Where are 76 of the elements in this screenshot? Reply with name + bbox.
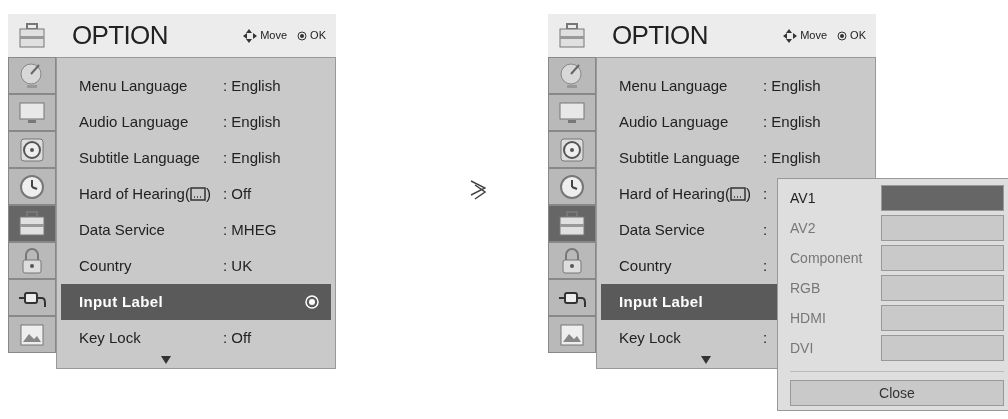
next-step-icon <box>470 180 486 200</box>
hint-label: OK <box>850 28 866 44</box>
item-value: : <box>763 183 768 204</box>
toolbox-icon <box>17 208 47 239</box>
scroll-down-icon <box>161 356 171 364</box>
item-label: Hard of Hearing( ) <box>619 183 752 204</box>
item-label: Hard of Hearing( ) <box>79 183 212 204</box>
item-value: : MHEG <box>223 219 277 240</box>
close-button[interactable]: Close <box>790 380 1004 406</box>
toolbox-icon <box>557 208 587 239</box>
option-label: AV1 <box>790 188 817 208</box>
menu-title: OPTION <box>72 19 168 52</box>
item-label: Country <box>79 255 133 276</box>
label-field[interactable] <box>881 245 1004 271</box>
menu-item[interactable]: Audio Language : English <box>601 104 871 140</box>
label-field[interactable] <box>881 215 1004 241</box>
caption-icon <box>729 186 746 202</box>
item-value: : English <box>223 75 281 96</box>
item-label: Data Service <box>619 219 706 240</box>
arrows-icon <box>783 28 798 43</box>
menu-item[interactable]: Country : UK <box>61 248 331 284</box>
menu-item[interactable]: Data Service : MHEG <box>61 212 331 248</box>
item-value: : <box>763 219 768 240</box>
menu-item[interactable]: Menu Language : English <box>601 68 871 104</box>
menu-title: OPTION <box>612 19 708 52</box>
item-label: Audio Language <box>79 111 190 132</box>
item-value: : UK <box>223 255 253 276</box>
menu-item[interactable]: Subtitle Language : English <box>601 140 871 176</box>
option-label: Component <box>790 248 864 268</box>
item-value: : English <box>223 111 281 132</box>
item-label: Data Service <box>79 219 166 240</box>
menu-item[interactable]: Input Label <box>61 284 331 320</box>
option-label: AV2 <box>790 218 817 238</box>
hint-label: OK <box>310 28 326 44</box>
item-label: Country <box>619 255 673 276</box>
menu-item[interactable]: Audio Language : English <box>61 104 331 140</box>
item-label: Key Lock <box>79 327 142 348</box>
item-value: : <box>763 255 768 276</box>
menu-item[interactable]: Menu Language : English <box>61 68 331 104</box>
menu-item[interactable]: Hard of Hearing( ) : Off <box>61 176 331 212</box>
item-value: : English <box>763 147 821 168</box>
hint-label: Move <box>260 28 288 44</box>
category-tab[interactable] <box>8 131 56 168</box>
ok-button-icon <box>837 30 848 41</box>
item-value: : Off <box>223 327 252 348</box>
item-label: Key Lock <box>619 327 682 348</box>
item-label: Input Label <box>619 291 705 312</box>
label-field[interactable] <box>881 185 1004 211</box>
caption-icon <box>189 186 206 202</box>
item-value: : English <box>763 75 821 96</box>
item-label: Subtitle Language <box>619 147 741 168</box>
toolbox-icon <box>17 20 47 51</box>
option-label: DVI <box>790 338 815 358</box>
item-label: Menu Language <box>619 75 729 96</box>
radio-icon <box>305 295 319 309</box>
item-label: Audio Language <box>619 111 730 132</box>
item-label: Subtitle Language <box>79 147 201 168</box>
hint-label: Move <box>800 28 828 44</box>
item-value: : Off <box>223 183 252 204</box>
label-field[interactable] <box>881 275 1004 301</box>
scroll-down-icon <box>701 356 711 364</box>
item-value: : English <box>763 111 821 132</box>
menu-item[interactable]: Key Lock : Off <box>61 320 331 356</box>
menu-item[interactable]: Subtitle Language : English <box>61 140 331 176</box>
label-field[interactable] <box>881 335 1004 361</box>
item-label: Input Label <box>79 291 165 312</box>
category-tab[interactable] <box>8 279 56 316</box>
item-value: : English <box>223 147 281 168</box>
category-tab[interactable] <box>548 131 596 168</box>
arrows-icon <box>243 28 258 43</box>
item-label: Menu Language <box>79 75 189 96</box>
item-value: : <box>763 327 768 348</box>
toolbox-icon <box>557 20 587 51</box>
label-field[interactable] <box>881 305 1004 331</box>
ok-button-icon <box>297 30 308 41</box>
category-tab[interactable] <box>548 279 596 316</box>
